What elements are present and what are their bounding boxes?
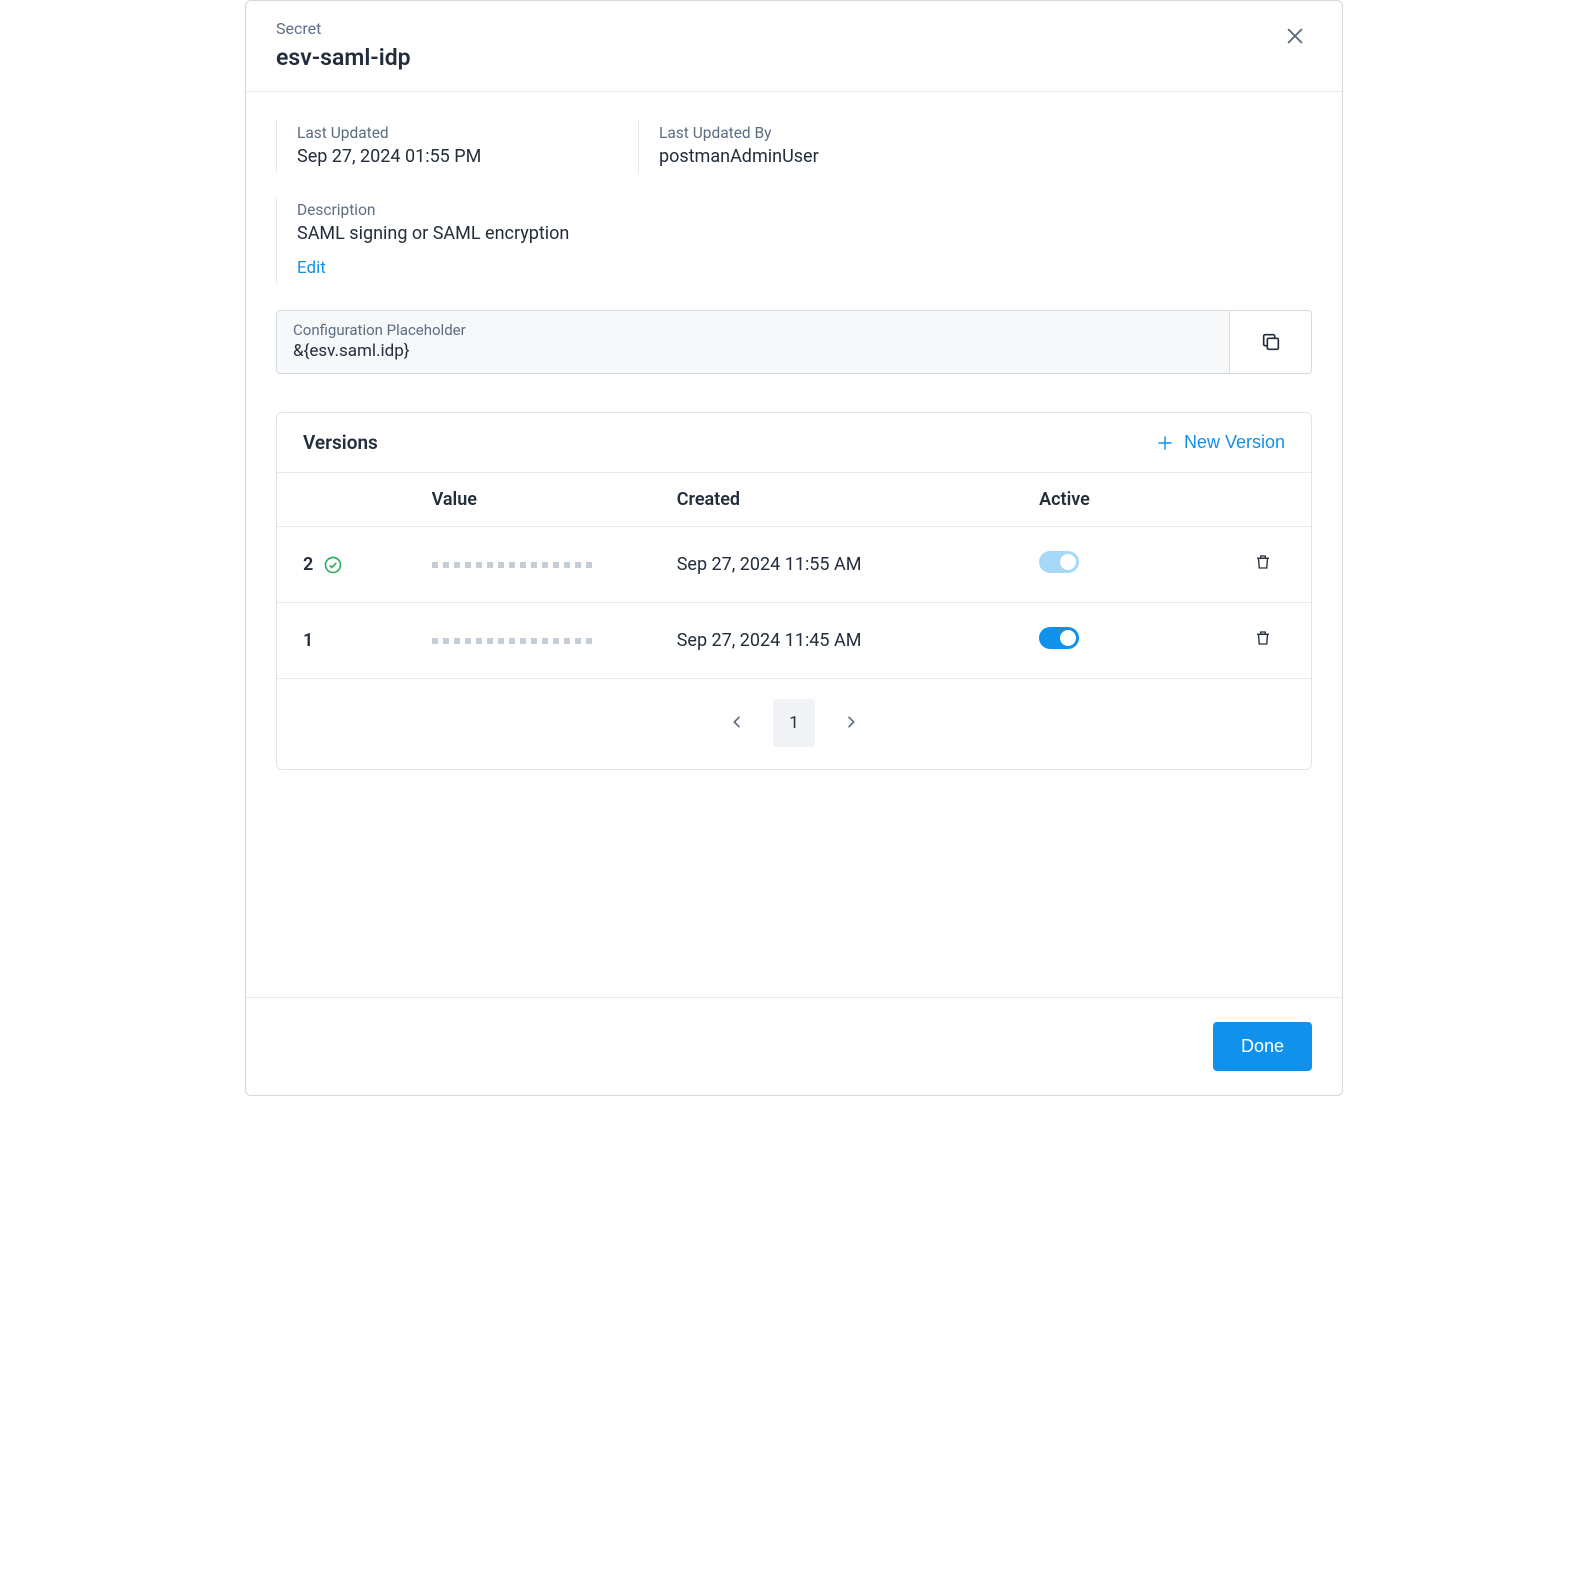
versions-title: Versions xyxy=(303,431,378,454)
versions-table: Value Created Active 2 xyxy=(277,473,1311,679)
active-toggle[interactable] xyxy=(1039,551,1079,573)
prev-page-button[interactable] xyxy=(723,708,751,739)
col-header-actions xyxy=(1215,473,1311,527)
chevron-left-icon xyxy=(729,714,745,730)
last-updated-by-label: Last Updated By xyxy=(659,124,819,142)
secret-detail-modal: Secret esv-saml-idp Last Updated Sep 27,… xyxy=(245,0,1343,1096)
current-page[interactable]: 1 xyxy=(773,699,815,747)
col-header-value: Value xyxy=(416,473,661,527)
created-cell: Sep 27, 2024 11:55 AM xyxy=(661,527,1023,603)
copy-placeholder-button[interactable] xyxy=(1229,311,1311,373)
close-button[interactable] xyxy=(1278,19,1312,56)
config-placeholder-box: Configuration Placeholder &{esv.saml.idp… xyxy=(276,310,1312,374)
close-icon xyxy=(1284,25,1306,47)
version-number-cell: 2 xyxy=(303,554,400,575)
copy-icon xyxy=(1260,331,1282,353)
meta-row: Last Updated Sep 27, 2024 01:55 PM Last … xyxy=(276,120,1312,173)
meta-description: Description SAML signing or SAML encrypt… xyxy=(276,197,1312,284)
verified-check-icon xyxy=(323,555,343,575)
header-titles: Secret esv-saml-idp xyxy=(276,19,411,71)
masked-value xyxy=(432,562,645,568)
eyebrow-label: Secret xyxy=(276,19,411,38)
new-version-label: New Version xyxy=(1184,432,1285,453)
version-number: 1 xyxy=(303,630,313,651)
trash-icon xyxy=(1254,552,1272,572)
pagination: 1 xyxy=(277,679,1311,769)
delete-version-button[interactable] xyxy=(1254,552,1272,575)
config-placeholder-label: Configuration Placeholder xyxy=(293,321,1213,339)
new-version-button[interactable]: New Version xyxy=(1156,432,1285,453)
col-header-number xyxy=(277,473,416,527)
trash-icon xyxy=(1254,628,1272,648)
meta-last-updated-by: Last Updated By postmanAdminUser xyxy=(638,120,839,173)
edit-description-link[interactable]: Edit xyxy=(297,258,326,278)
table-row: 2 Sep 27, 2024 11:55 AM xyxy=(277,527,1311,603)
active-toggle[interactable] xyxy=(1039,627,1079,649)
col-header-active: Active xyxy=(1023,473,1215,527)
description-label: Description xyxy=(297,201,1292,219)
version-number: 2 xyxy=(303,554,313,575)
versions-card: Versions New Version Value Created Activ… xyxy=(276,412,1312,770)
modal-header: Secret esv-saml-idp xyxy=(246,1,1342,92)
config-placeholder-value: &{esv.saml.idp} xyxy=(293,341,1213,361)
delete-version-button[interactable] xyxy=(1254,628,1272,651)
last-updated-by-value: postmanAdminUser xyxy=(659,146,819,167)
last-updated-value: Sep 27, 2024 01:55 PM xyxy=(297,146,618,167)
meta-last-updated: Last Updated Sep 27, 2024 01:55 PM xyxy=(276,120,638,173)
page-title: esv-saml-idp xyxy=(276,44,411,71)
description-value: SAML signing or SAML encryption xyxy=(297,223,1292,244)
table-row: 1 Sep 27, 2024 11:45 AM xyxy=(277,603,1311,679)
col-header-created: Created xyxy=(661,473,1023,527)
chevron-right-icon xyxy=(843,714,859,730)
config-placeholder-main: Configuration Placeholder &{esv.saml.idp… xyxy=(277,311,1229,373)
done-button[interactable]: Done xyxy=(1213,1022,1312,1071)
next-page-button[interactable] xyxy=(837,708,865,739)
created-cell: Sep 27, 2024 11:45 AM xyxy=(661,603,1023,679)
last-updated-label: Last Updated xyxy=(297,124,618,142)
plus-icon xyxy=(1156,434,1174,452)
version-number-cell: 1 xyxy=(303,630,400,651)
modal-footer: Done xyxy=(246,997,1342,1095)
meta-section: Last Updated Sep 27, 2024 01:55 PM Last … xyxy=(246,92,1342,284)
versions-header: Versions New Version xyxy=(277,413,1311,473)
masked-value xyxy=(432,638,645,644)
